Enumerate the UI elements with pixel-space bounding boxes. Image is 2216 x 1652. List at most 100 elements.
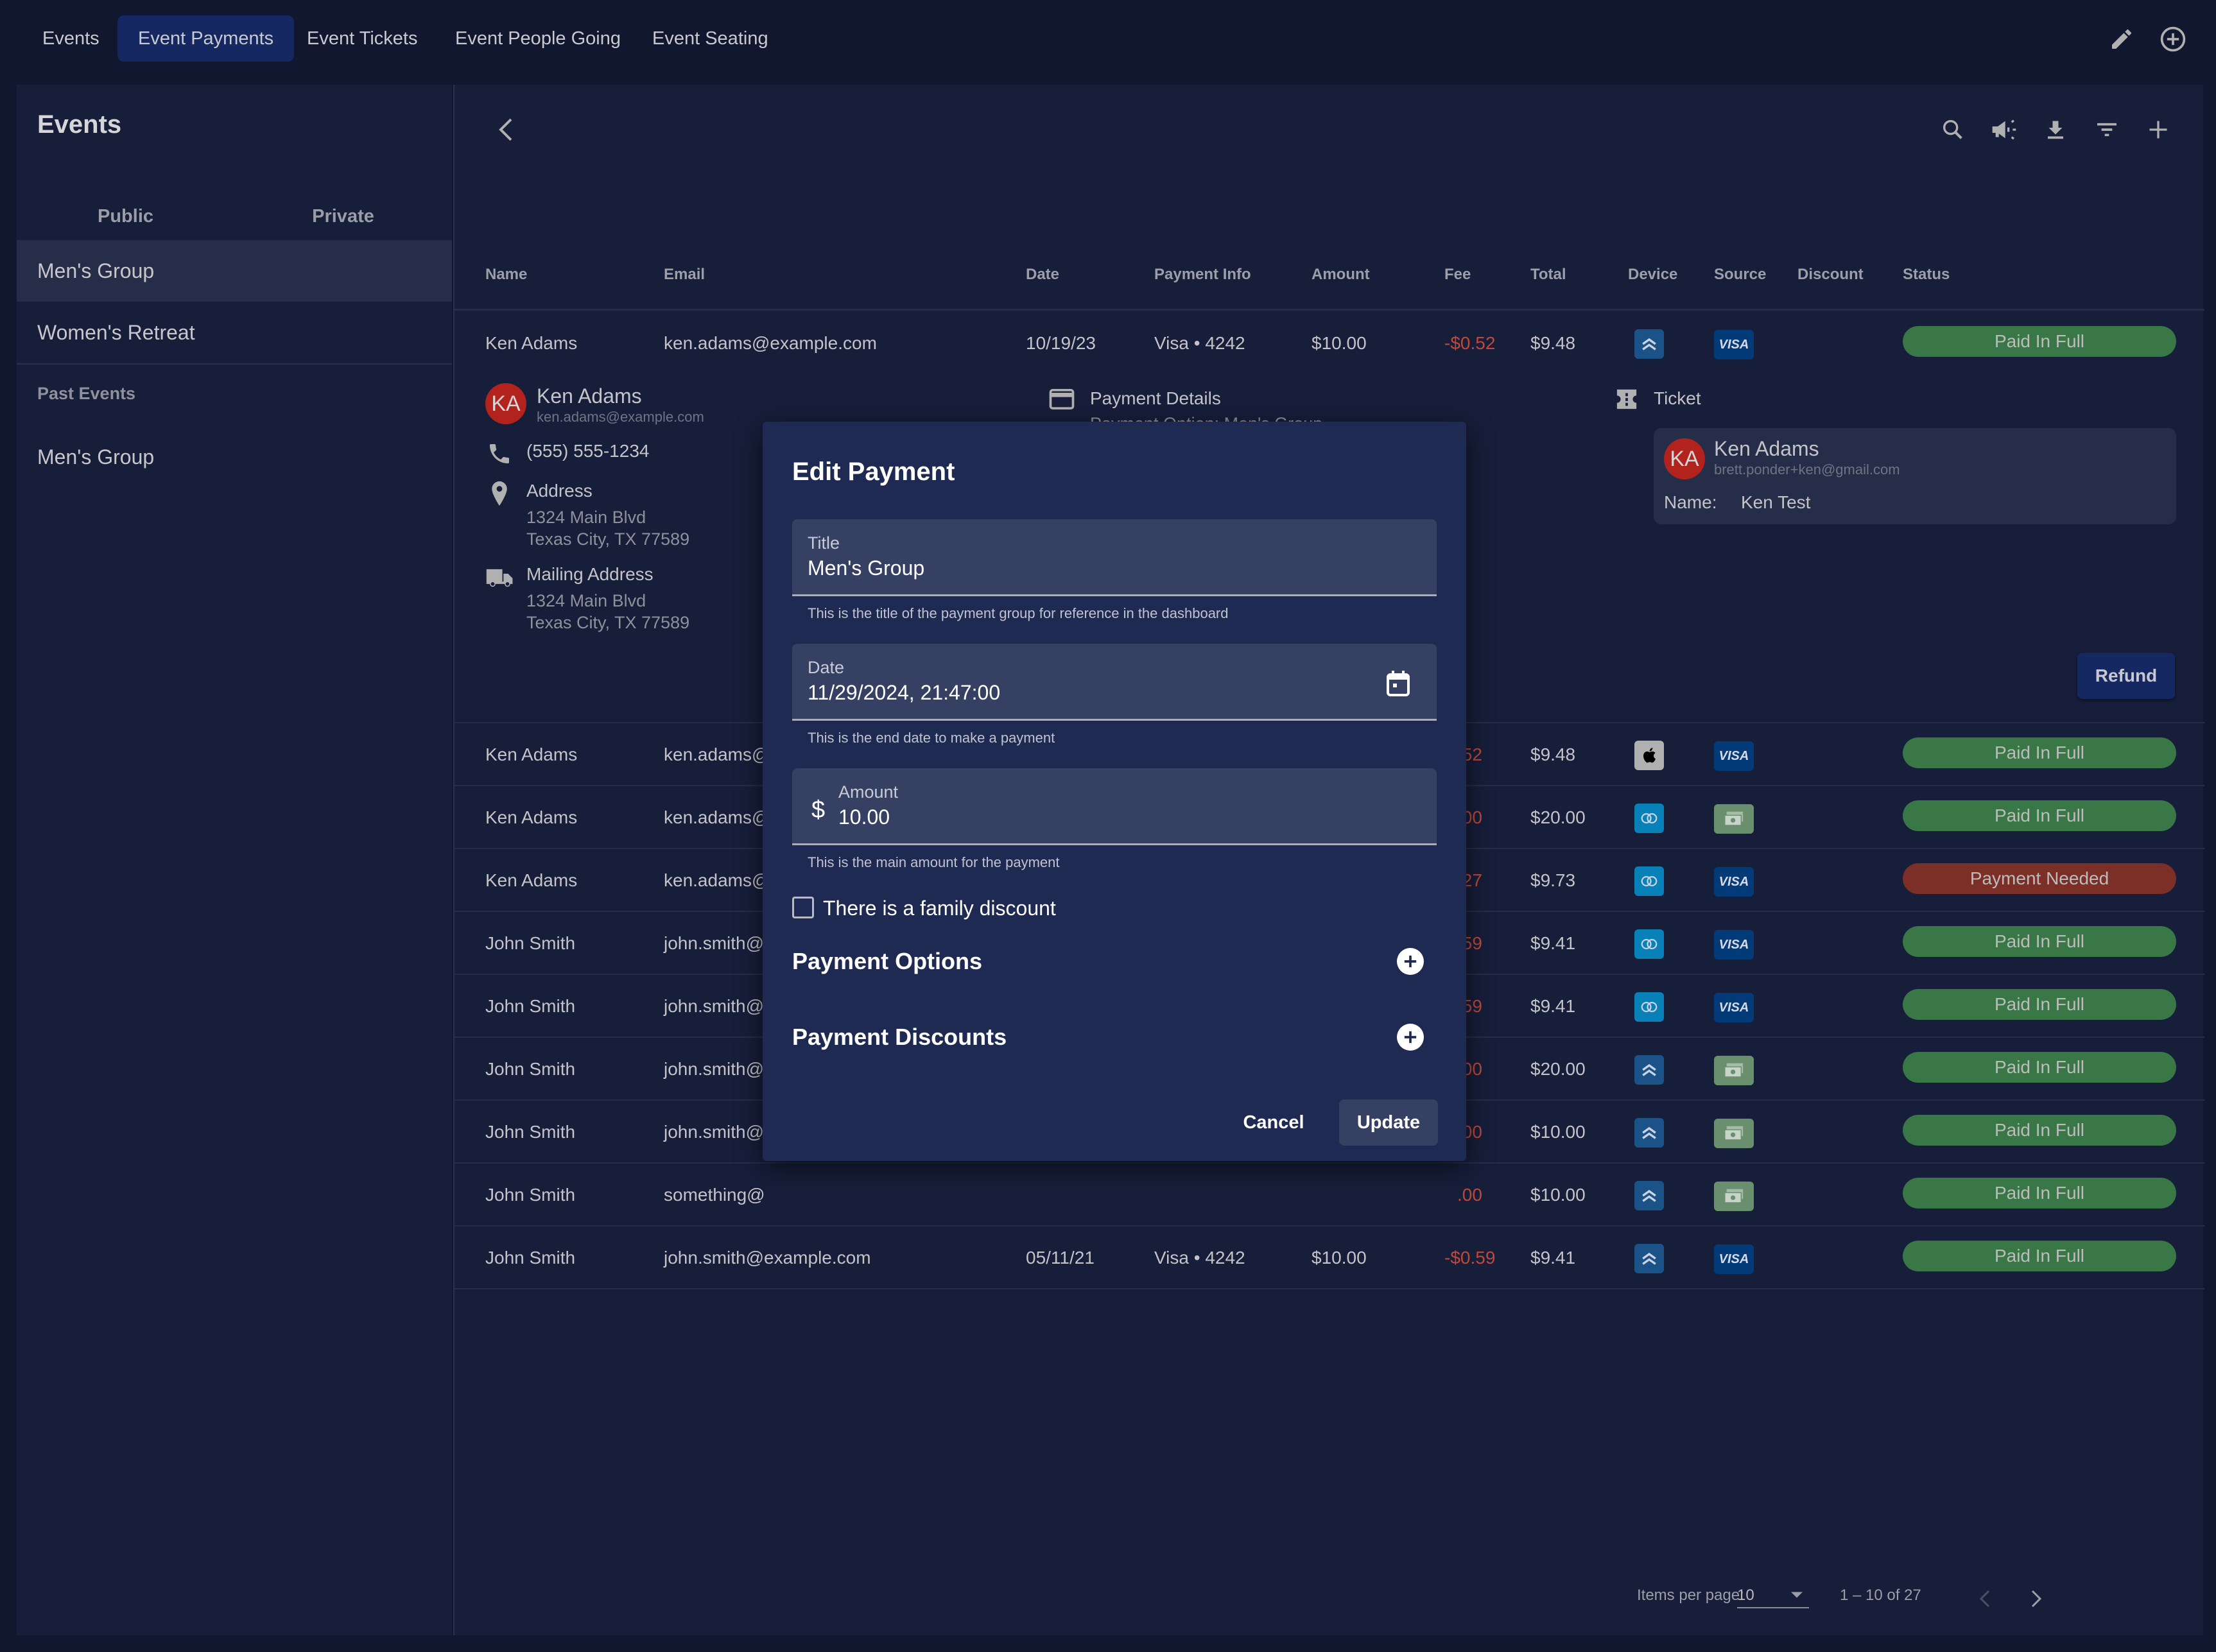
table-cell-fee: -$0.59 <box>1444 1248 1496 1268</box>
ticket-icon <box>1616 389 1637 409</box>
table-cell-name: John Smith <box>485 1059 576 1079</box>
table-cell-total: $9.41 <box>1530 1248 1576 1268</box>
phone-icon <box>490 444 509 463</box>
address-line-2: Texas City, TX 77589 <box>526 529 690 549</box>
table-cell-total: $9.73 <box>1530 870 1576 890</box>
title-field[interactable]: Title <box>792 519 1437 596</box>
update-button[interactable]: Update <box>1339 1099 1438 1146</box>
status-badge: Paid In Full <box>1903 800 2176 831</box>
chevron-right-icon <box>2031 1590 2042 1608</box>
cash-icon <box>1714 1182 1754 1211</box>
col-source[interactable]: Source <box>1714 239 1766 311</box>
table-row[interactable]: John Smith something@ .00 $10.00 Paid In Ful… <box>454 1164 2204 1226</box>
table-cell-email: ken.adams@ <box>664 807 770 827</box>
sidebar-item-mens-group[interactable]: Men's Group <box>17 240 452 302</box>
status-badge: Paid In Full <box>1903 926 2176 957</box>
table-row[interactable]: John Smith john.smith@example.com 05/11/21… <box>454 1226 2204 1289</box>
sidebar-divider <box>17 363 452 365</box>
title-hint: This is the title of the payment group f… <box>808 605 1229 621</box>
tab-events[interactable]: Events <box>22 15 120 62</box>
table-cell-email: john.smith@ <box>664 1122 765 1142</box>
date-input[interactable] <box>808 681 1385 705</box>
payment-options-section: Payment Options <box>792 943 1437 981</box>
chevron-left-icon <box>1979 1590 1990 1608</box>
pagination: Items per page: 10 1 – 10 of 27 <box>1625 1565 2203 1635</box>
col-email[interactable]: Email <box>664 239 705 311</box>
table-cell-email: john.smith@example.com <box>664 1248 871 1268</box>
date-field[interactable]: Date <box>792 644 1437 721</box>
tab-event-payments[interactable]: Event Payments <box>117 15 295 62</box>
cancel-button[interactable]: Cancel <box>1235 1099 1312 1146</box>
tab-event-tickets[interactable]: Event Tickets <box>286 15 438 62</box>
amount-input[interactable] <box>838 805 1416 829</box>
add-circle-icon[interactable] <box>2157 23 2189 55</box>
next-page-button[interactable] <box>2023 1583 2049 1615</box>
search-icon[interactable] <box>1934 110 1972 149</box>
chevron-left-icon <box>499 118 512 141</box>
visa-icon: VISA <box>1714 330 1754 359</box>
col-name[interactable]: Name <box>485 239 527 311</box>
web-device-icon <box>1634 1181 1664 1210</box>
ticket-holder-email: brett.ponder+ken@gmail.com <box>1714 461 1900 478</box>
back-button[interactable] <box>487 110 525 149</box>
download-icon[interactable] <box>2036 110 2075 149</box>
table-cell-email: ken.adams@ <box>664 870 770 890</box>
add-payment-discount-button[interactable] <box>1397 1024 1424 1051</box>
table-cell-name: Ken Adams <box>485 333 578 353</box>
ticket-card: KA Ken Adams brett.ponder+ken@gmail.com … <box>1654 428 2176 524</box>
table-cell-fee: .00 <box>1457 1185 1482 1205</box>
ticket-label: Ticket <box>1654 388 1701 408</box>
table-cell-email: ken.adams@example.com <box>664 333 877 353</box>
top-nav: Events Event Payments Event Tickets Even… <box>0 0 2216 83</box>
table-cell-email: john.smith@ <box>664 1059 765 1079</box>
web-device-icon <box>1634 329 1664 359</box>
table-cell-name: John Smith <box>485 933 576 953</box>
mailing-line-1: 1324 Main Blvd <box>526 591 646 610</box>
refund-button[interactable]: Refund <box>2077 653 2175 699</box>
col-status[interactable]: Status <box>1903 239 1950 311</box>
add-icon[interactable] <box>2139 110 2177 149</box>
title-input[interactable] <box>808 556 1385 580</box>
tab-event-people-going[interactable]: Event People Going <box>435 15 641 62</box>
table-cell-total: $20.00 <box>1530 1059 1586 1079</box>
table-cell-total: $10.00 <box>1530 1185 1586 1205</box>
status-badge: Payment Needed <box>1903 863 2176 894</box>
col-total[interactable]: Total <box>1530 239 1566 311</box>
table-cell-payment-info: Visa • 4242 <box>1154 1248 1245 1268</box>
col-fee[interactable]: Fee <box>1444 239 1471 311</box>
sidebar-item-past-mens-group[interactable]: Men's Group <box>17 426 452 488</box>
col-amount[interactable]: Amount <box>1311 239 1370 311</box>
status-badge: Paid In Full <box>1903 1241 2176 1271</box>
mailing-line-2: Texas City, TX 77589 <box>526 613 690 632</box>
table-cell-email: john.smith@ <box>664 996 765 1016</box>
tab-event-seating[interactable]: Event Seating <box>632 15 789 62</box>
location-icon <box>492 481 507 506</box>
customer-phone: (555) 555-1234 <box>526 441 650 461</box>
filter-icon[interactable] <box>2088 110 2126 149</box>
add-payment-option-button[interactable] <box>1397 948 1424 975</box>
amount-field-label: Amount <box>838 782 899 802</box>
events-sidebar: Events Public Private Men's Group Women'… <box>17 85 452 1635</box>
family-discount-checkbox[interactable] <box>792 897 814 918</box>
items-per-page-select[interactable]: 10 <box>1737 1583 1809 1608</box>
prev-page-button[interactable] <box>1972 1583 1998 1615</box>
sidebar-item-womens-retreat[interactable]: Women's Retreat <box>17 302 452 363</box>
family-discount-label: There is a family discount <box>823 897 1056 920</box>
payment-discounts-section: Payment Discounts <box>792 1019 1437 1057</box>
calendar-icon[interactable] <box>1385 669 1411 698</box>
cash-icon <box>1714 1056 1754 1085</box>
plus-icon <box>1404 955 1417 968</box>
announce-icon[interactable] <box>1985 110 2023 149</box>
ticket-name-label: Name: <box>1664 492 1717 512</box>
col-payment-info[interactable]: Payment Info <box>1154 239 1251 311</box>
col-device[interactable]: Device <box>1628 239 1677 311</box>
col-discount[interactable]: Discount <box>1797 239 1864 311</box>
table-row[interactable]: Ken Adams ken.adams@example.com 10/19/23 Vi… <box>454 312 2204 375</box>
edit-icon[interactable] <box>2106 23 2138 55</box>
table-cell-total: $20.00 <box>1530 807 1586 827</box>
amount-field[interactable]: $ Amount <box>792 768 1437 845</box>
web-device-icon <box>1634 1244 1664 1273</box>
table-header: Name Email Date Payment Info Amount Fee … <box>454 239 2204 311</box>
table-cell-amount: $10.00 <box>1311 1248 1367 1268</box>
col-date[interactable]: Date <box>1026 239 1059 311</box>
